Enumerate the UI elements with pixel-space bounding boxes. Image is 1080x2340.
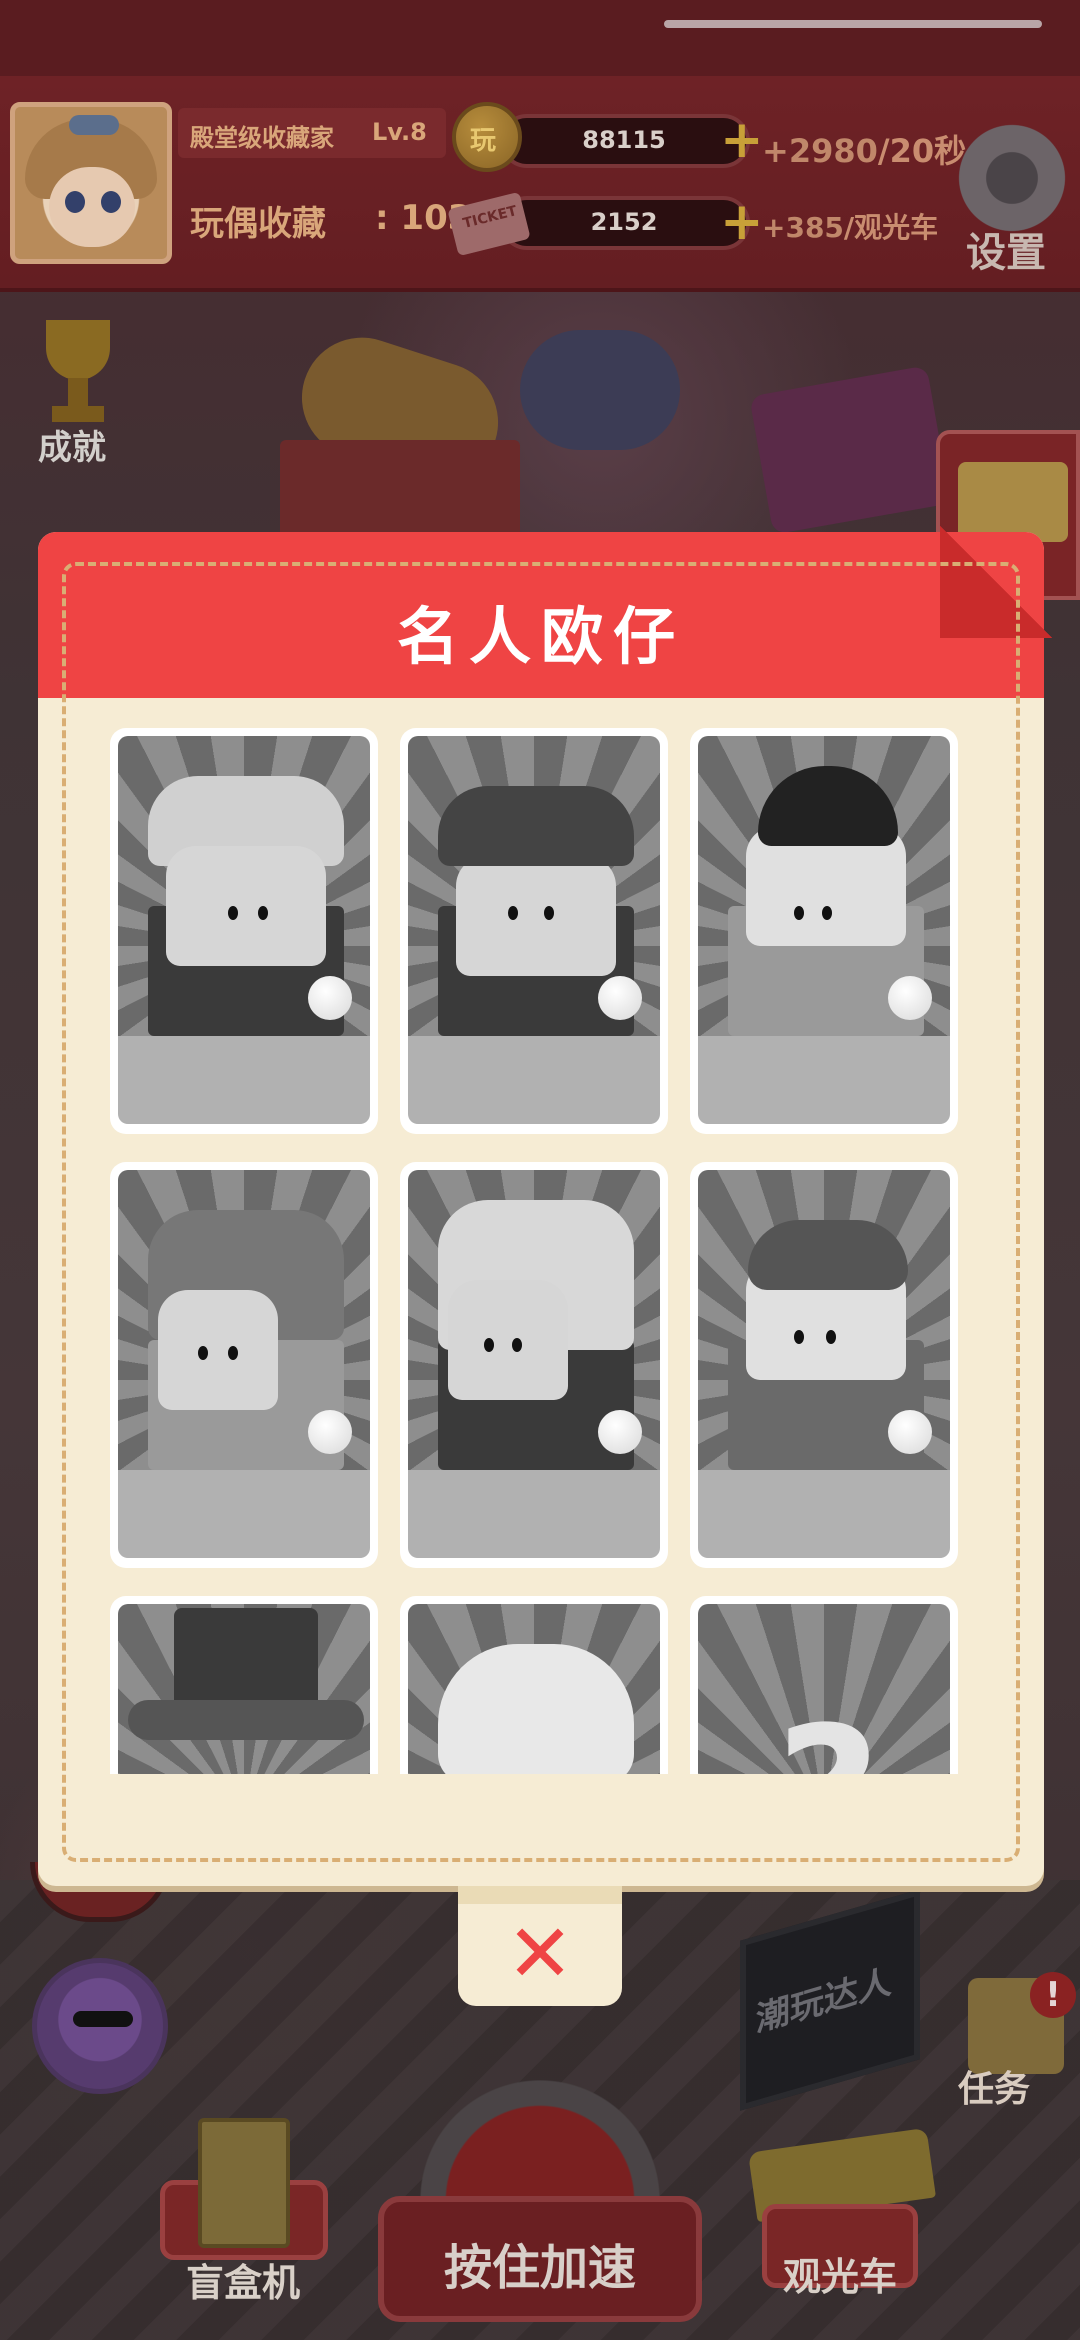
figure-status-dot — [308, 1410, 352, 1454]
sightseeing-car-label[interactable]: 观光车 — [762, 2246, 918, 2301]
figure-card-aviator-goggles[interactable] — [110, 1162, 378, 1568]
player-level: Lv.8 — [372, 118, 427, 146]
figure-card-curly-wig[interactable] — [400, 1162, 668, 1568]
figure-status-dot — [598, 1410, 642, 1454]
figure-status-dot — [598, 976, 642, 1020]
friend-avatar[interactable] — [32, 1958, 168, 2094]
ticket-rate-unit: /观光车 — [843, 211, 939, 244]
vending-machine-icon — [198, 2118, 290, 2248]
figure-label-area — [698, 1036, 950, 1124]
figure-art — [408, 1170, 660, 1470]
figure-art — [408, 736, 660, 1036]
avatar-eye — [101, 191, 121, 213]
collection-label: 玩偶收藏 — [190, 204, 326, 244]
tree-decoration — [520, 330, 680, 450]
figure-status-dot — [888, 976, 932, 1020]
add-tickets-button[interactable]: + — [720, 196, 764, 248]
figure-status-dot — [308, 976, 352, 1020]
figure-art — [698, 1170, 950, 1470]
figure-grid: ? — [110, 728, 990, 1774]
celebrity-figures-modal: 名人欧仔 — [38, 526, 1052, 1886]
task-label[interactable]: 任务 — [958, 2060, 1030, 2112]
question-mark-icon: ? — [776, 1684, 880, 1774]
figure-art — [118, 1604, 370, 1774]
home-indicator — [664, 20, 1042, 28]
figure-art — [118, 736, 370, 1036]
figure-label-area — [698, 1470, 950, 1558]
coin-symbol: 玩 — [470, 126, 497, 156]
coin-rate-value: +2980 — [762, 132, 878, 170]
ticket-balance: 2152 — [590, 208, 658, 236]
player-avatar[interactable] — [10, 102, 172, 264]
blind-box-label[interactable]: 盲盒机 — [168, 2252, 318, 2307]
add-coins-button[interactable]: + — [720, 114, 764, 166]
modal-header: 名人欧仔 — [38, 526, 1052, 698]
player-header: 殿堂级收藏家 Lv.8 玩偶收藏 : 103 88115 玩 + +2980/2… — [0, 76, 1080, 292]
coin-rate: +2980/20秒 — [762, 126, 966, 172]
figure-art — [408, 1604, 660, 1774]
figure-label-area — [118, 1470, 370, 1558]
figure-card-fedora-mustache[interactable] — [400, 728, 668, 1134]
settings-label[interactable]: 设置 — [966, 220, 1046, 278]
modal-title: 名人欧仔 — [396, 600, 685, 673]
avatar-bow — [69, 115, 119, 135]
figure-card-glasses-scholar[interactable] — [110, 728, 378, 1134]
figure-art — [118, 1170, 370, 1470]
figure-card-bowler-hat[interactable] — [690, 728, 958, 1134]
ticket-rate: +385/观光车 — [762, 206, 938, 246]
figure-card-beret-monocle[interactable] — [690, 1162, 958, 1568]
figure-status-dot — [888, 1410, 932, 1454]
close-button[interactable]: ✕ — [458, 1886, 622, 2006]
figure-card-top-hat[interactable] — [110, 1596, 378, 1774]
trophy-icon[interactable] — [38, 320, 118, 430]
coin-balance: 88115 — [582, 126, 666, 154]
close-icon: ✕ — [506, 1907, 574, 2000]
achievements-label[interactable]: 成就 — [38, 420, 106, 469]
ticket-balance-bar: 2152 — [500, 196, 750, 250]
sunglasses-icon — [73, 2011, 133, 2027]
coin-icon: 玩 — [452, 102, 522, 172]
avatar-eye — [65, 191, 85, 213]
figure-label-area — [408, 1036, 660, 1124]
figure-card-white-hair[interactable] — [400, 1596, 668, 1774]
ticket-symbol: TICKET — [461, 203, 519, 232]
rank-title: 殿堂级收藏家 — [190, 124, 334, 152]
figure-label-area — [118, 1036, 370, 1124]
coin-balance-bar: 88115 — [500, 114, 750, 168]
task-alert-badge: ! — [1030, 1972, 1076, 2018]
pink-box-decoration — [749, 365, 951, 535]
status-bar — [0, 0, 1080, 76]
figure-card-mystery[interactable]: ? — [690, 1596, 958, 1774]
figure-label-area — [408, 1470, 660, 1558]
tv-text: 潮玩达人 — [756, 1961, 892, 2041]
speed-up-label[interactable]: 按住加速 — [378, 2228, 702, 2298]
figure-art: ? — [698, 1604, 950, 1774]
ticket-rate-value: +385 — [762, 211, 844, 244]
figure-art — [698, 736, 950, 1036]
avatar-face — [49, 167, 135, 247]
